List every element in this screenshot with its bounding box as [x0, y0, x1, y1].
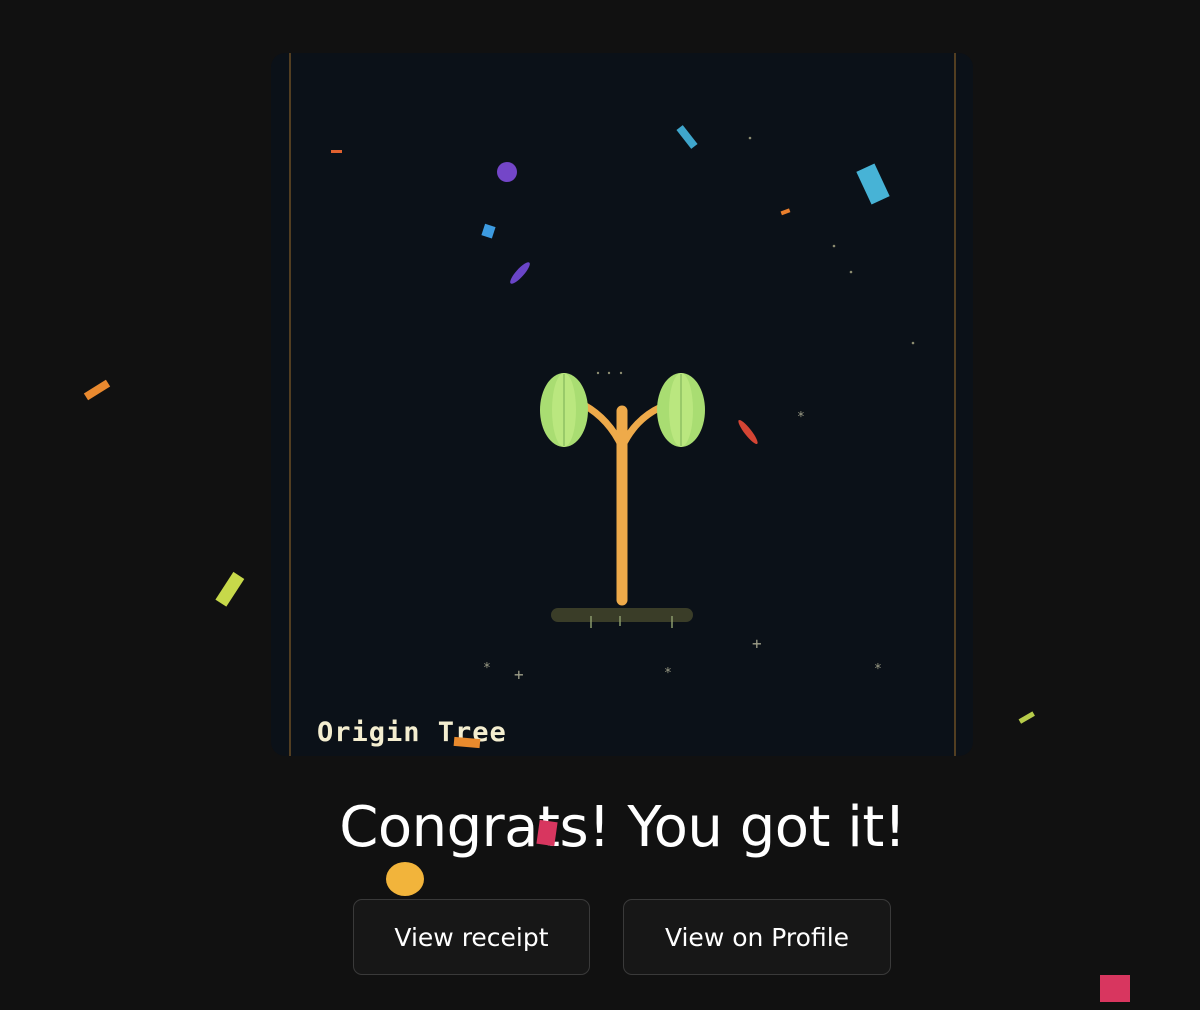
star-icon: *: [874, 662, 882, 677]
sapling-icon: [540, 373, 705, 628]
confetti-piece: [215, 571, 245, 607]
confetti-piece: [1018, 711, 1035, 724]
nft-artwork: * * * * + +: [289, 53, 956, 756]
nft-card: * * * * + + Origin Tree: [271, 53, 973, 756]
view-on-profile-button[interactable]: View on Profile: [623, 899, 891, 975]
star-icon: *: [797, 410, 805, 425]
view-receipt-button[interactable]: View receipt: [353, 899, 590, 975]
star-icon: *: [664, 666, 672, 681]
plus-icon: +: [514, 665, 524, 684]
success-headline: Congrats! You got it!: [339, 795, 906, 860]
nft-title: Origin Tree: [317, 717, 507, 748]
star-icon: *: [483, 661, 491, 676]
confetti-piece: [386, 862, 424, 896]
card-confetti: [331, 125, 890, 445]
sparkle-icons: * * * * + +: [483, 410, 882, 684]
confetti-piece: [83, 379, 111, 401]
confetti-piece: [1100, 975, 1130, 1002]
plus-icon: +: [752, 634, 762, 653]
